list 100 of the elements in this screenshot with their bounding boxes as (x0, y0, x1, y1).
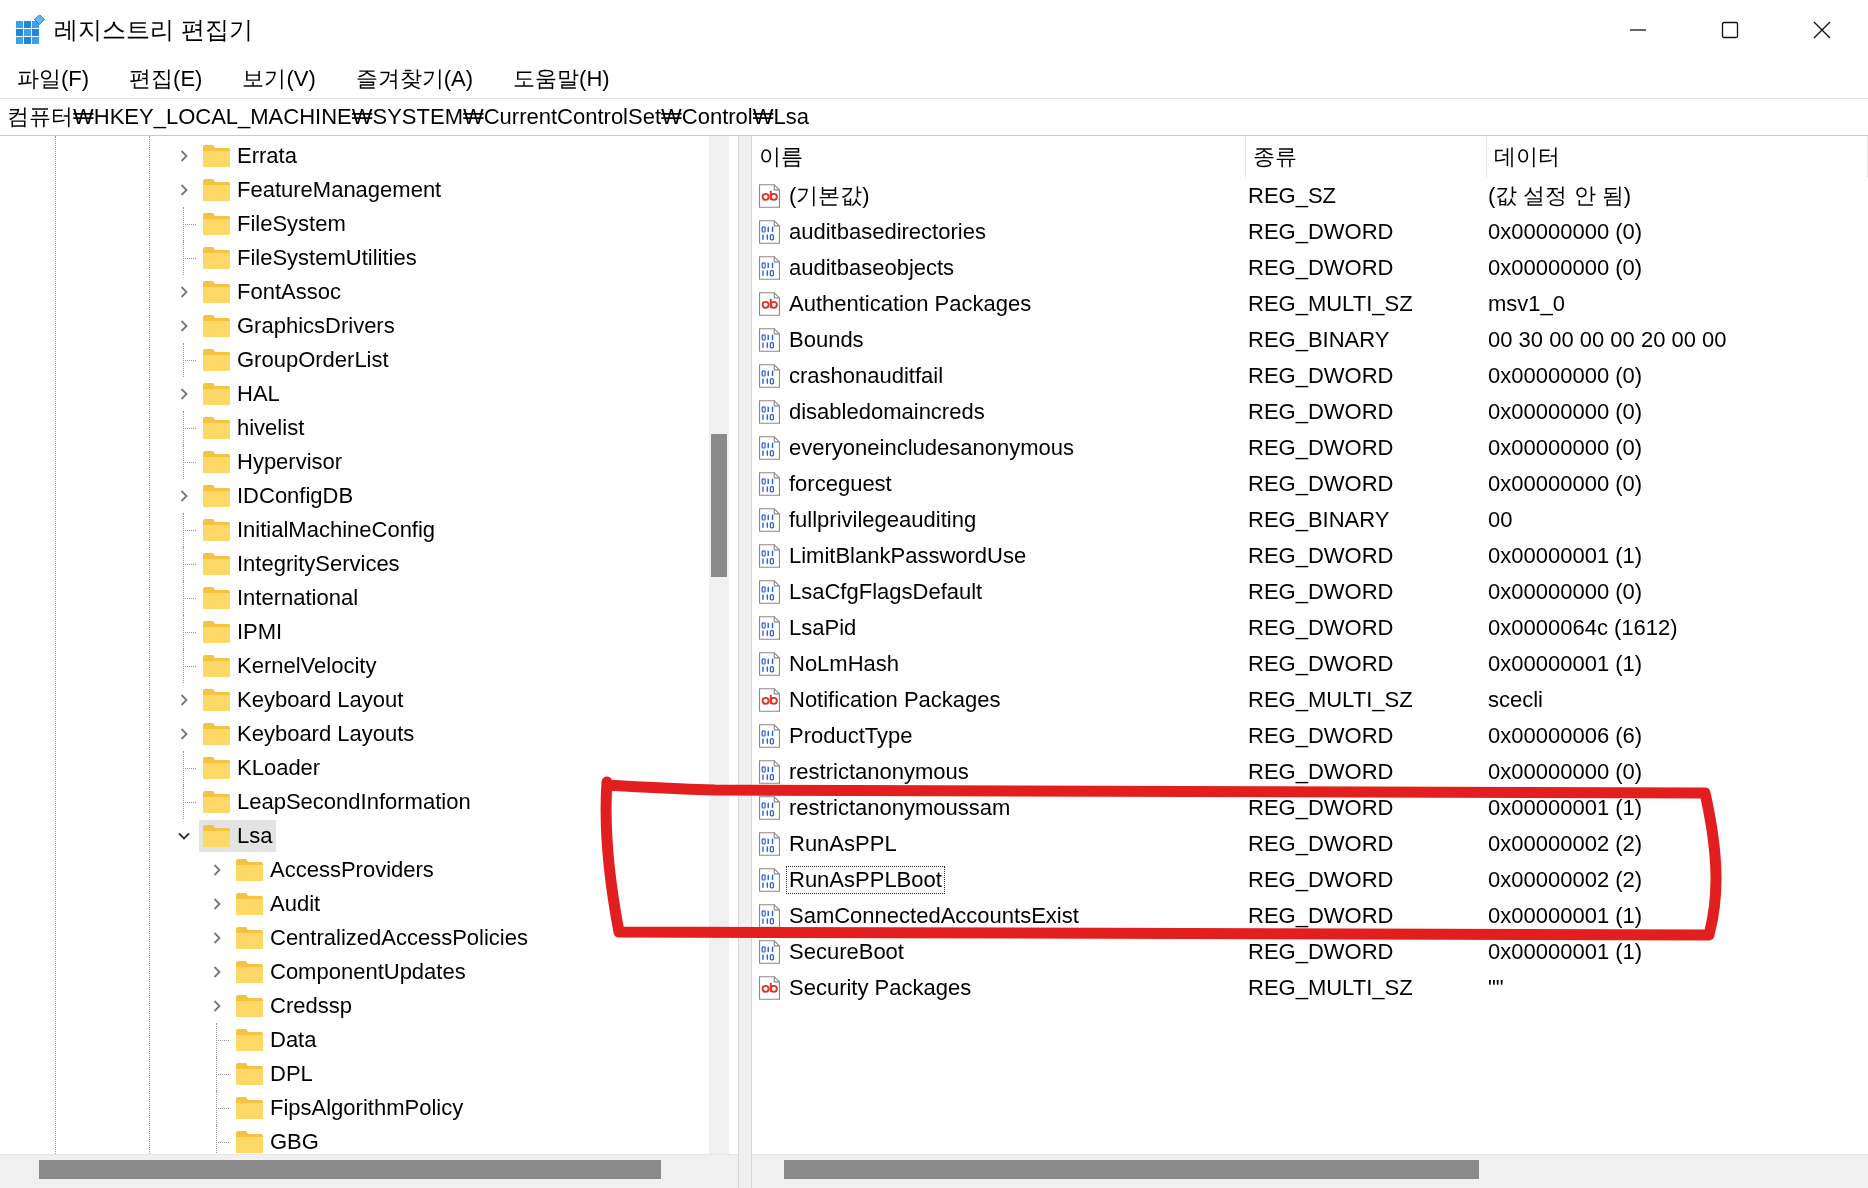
tree-item[interactable]: hivelist (199, 412, 309, 444)
column-header[interactable]: 종류 (1246, 136, 1487, 178)
value-name[interactable]: Security Packages (786, 974, 975, 1002)
address-bar[interactable]: 컴퓨터₩HKEY_LOCAL_MACHINE₩SYSTEM₩CurrentControlSet₩Control₩Lsa (0, 98, 1868, 136)
column-header[interactable]: 데이터 (1487, 136, 1868, 178)
value-name[interactable]: Notification Packages (786, 686, 1004, 714)
tree-item-label: Keyboard Layouts (237, 721, 415, 747)
tree-item[interactable]: FileSystem (199, 208, 350, 240)
value-name[interactable]: (기본값) (786, 182, 873, 210)
tree-item-label: LeapSecondInformation (237, 789, 471, 815)
value-data: (값 설정 안 됨) (1488, 184, 1632, 208)
tree-item[interactable]: Keyboard Layouts (199, 718, 419, 750)
tree-item[interactable]: AccessProviders (232, 854, 438, 886)
value-type: REG_DWORD (1248, 724, 1395, 748)
tree-item-label: CentralizedAccessPolicies (270, 925, 528, 951)
scrollbar[interactable] (752, 1154, 1868, 1188)
tree-item[interactable]: Credssp (232, 990, 356, 1022)
binary-value-icon (757, 759, 782, 785)
tree-item[interactable]: Keyboard Layout (199, 684, 408, 716)
tree-item[interactable]: Audit (232, 888, 325, 920)
binary-value-icon (757, 435, 782, 461)
tree-item-label: Hypervisor (237, 449, 343, 475)
value-type: REG_DWORD (1248, 580, 1395, 604)
value-name[interactable]: SamConnectedAccountsExist (786, 902, 1082, 930)
value-name[interactable]: LimitBlankPasswordUse (786, 542, 1030, 570)
value-data: 0x00000000 (0) (1488, 400, 1644, 424)
value-data: 0x00000001 (1) (1488, 652, 1644, 676)
value-name[interactable]: fullprivilegeauditing (786, 506, 980, 534)
binary-value-icon (757, 579, 782, 605)
tree-item-label: International (237, 585, 359, 611)
value-name[interactable]: Authentication Packages (786, 290, 1035, 318)
tree-item[interactable]: KLoader (199, 752, 325, 784)
scrollbar[interactable] (0, 1154, 738, 1188)
value-data: 0x00000000 (0) (1488, 220, 1644, 244)
tree-item[interactable]: Lsa (199, 820, 277, 852)
menu-item[interactable]: 도움말(H) (504, 62, 619, 96)
value-name[interactable]: auditbaseobjects (786, 254, 958, 282)
tree-item[interactable]: FipsAlgorithmPolicy (232, 1092, 468, 1124)
tree-item[interactable]: Data (232, 1024, 321, 1056)
value-data: "" (1488, 976, 1505, 1000)
pane-splitter[interactable] (738, 136, 752, 1188)
tree-item[interactable]: IPMI (199, 616, 287, 648)
menu-item[interactable]: 보기(V) (233, 62, 325, 96)
menu-item[interactable]: 즐겨찾기(A) (346, 62, 483, 96)
value-data: 00 30 00 00 00 20 00 00 (1488, 328, 1728, 352)
tree-item[interactable]: KernelVelocity (199, 650, 381, 682)
tree-item-label: Data (270, 1027, 317, 1053)
tree-item[interactable]: LeapSecondInformation (199, 786, 475, 818)
value-name[interactable]: restrictanonymoussam (786, 794, 1014, 822)
value-name[interactable]: everyoneincludesanonymous (786, 434, 1077, 462)
tree-item[interactable]: CentralizedAccessPolicies (232, 922, 532, 954)
value-name[interactable]: NoLmHash (786, 650, 903, 678)
folder-icon (202, 280, 231, 304)
tree-item[interactable]: GroupOrderList (199, 344, 393, 376)
value-name[interactable]: restrictanonymous (786, 758, 972, 786)
value-name[interactable]: SecureBoot (786, 938, 907, 966)
value-name[interactable]: RunAsPPLBoot (786, 866, 945, 894)
value-name[interactable]: forceguest (786, 470, 895, 498)
tree-item-label: ComponentUpdates (270, 959, 466, 985)
scrollbar[interactable] (709, 136, 729, 1154)
tree-item[interactable]: InitialMachineConfig (199, 514, 440, 546)
tree-item[interactable]: International (199, 582, 363, 614)
value-data: 0x00000000 (0) (1488, 760, 1644, 784)
menu-item[interactable]: 편집(E) (120, 62, 212, 96)
value-name[interactable]: auditbasedirectories (786, 218, 989, 246)
tree-item[interactable]: DPL (232, 1058, 317, 1090)
tree-item[interactable]: FeatureManagement (199, 174, 446, 206)
tree-item[interactable]: FontAssoc (199, 276, 345, 308)
value-name[interactable]: disabledomaincreds (786, 398, 988, 426)
tree-item[interactable]: IntegrityServices (199, 548, 404, 580)
value-name[interactable]: LsaPid (786, 614, 860, 642)
tree-item-label: FipsAlgorithmPolicy (270, 1095, 464, 1121)
binary-value-icon (757, 507, 782, 533)
folder-icon (235, 926, 264, 950)
menu-item[interactable]: 파일(F) (8, 62, 99, 96)
tree-item[interactable]: ComponentUpdates (232, 956, 470, 988)
value-data: 0x00000002 (2) (1488, 868, 1644, 892)
tree-item[interactable]: GBG (232, 1126, 323, 1154)
tree-item[interactable]: Hypervisor (199, 446, 347, 478)
tree-item-label: IDConfigDB (237, 483, 354, 509)
tree-item[interactable]: Errata (199, 140, 301, 172)
value-name[interactable]: ProductType (786, 722, 916, 750)
value-data: 0x00000000 (0) (1488, 256, 1644, 280)
value-name[interactable]: Bounds (786, 326, 867, 354)
value-name[interactable]: LsaCfgFlagsDefault (786, 578, 986, 606)
binary-value-icon (757, 471, 782, 497)
value-type: REG_MULTI_SZ (1248, 292, 1414, 316)
value-name[interactable]: RunAsPPL (786, 830, 900, 858)
tree-item[interactable]: IDConfigDB (199, 480, 358, 512)
value-name[interactable]: crashonauditfail (786, 362, 947, 390)
binary-value-icon (757, 831, 782, 857)
tree-item[interactable]: FileSystemUtilities (199, 242, 421, 274)
column-header[interactable]: 이름 (752, 136, 1246, 178)
tree-item[interactable]: HAL (199, 378, 284, 410)
folder-icon (202, 824, 231, 848)
tree-item-label: Credssp (270, 993, 352, 1019)
value-type: REG_DWORD (1248, 472, 1395, 496)
tree-item[interactable]: GraphicsDrivers (199, 310, 399, 342)
folder-icon (202, 144, 231, 168)
binary-value-icon (757, 867, 782, 893)
